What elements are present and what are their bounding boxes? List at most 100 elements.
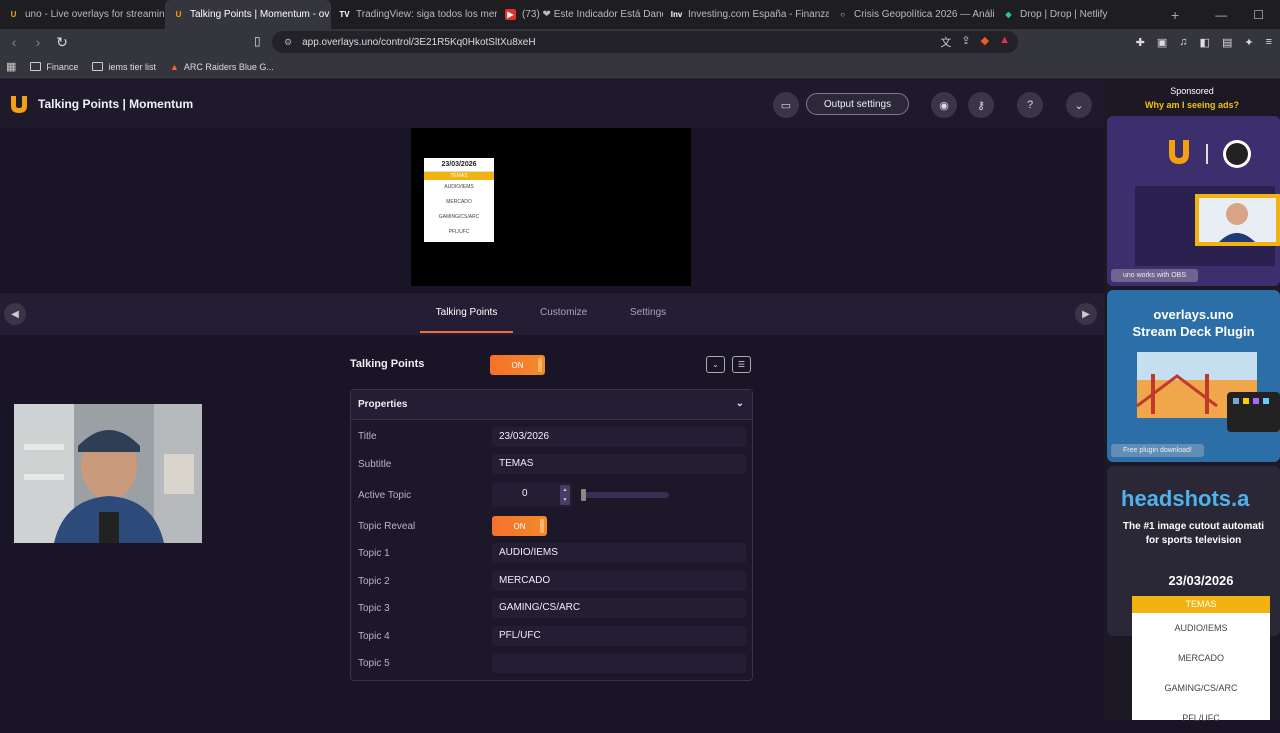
browser-tab-active[interactable]: U Talking Points | Momentum - ov ✕ — [165, 0, 331, 29]
preview-topic: PFL/UFC — [448, 229, 470, 235]
preview-subtitle: TEMAS — [424, 172, 494, 180]
spin-arrows-icon[interactable]: ▲ ▼ — [560, 485, 570, 505]
menu-icon[interactable]: ≡ — [1266, 36, 1272, 48]
brave-rewards-icon[interactable]: ▲ — [999, 34, 1010, 50]
ad-stream-deck-pill: Free plugin download! — [1111, 444, 1204, 457]
overlay-card-subtitle: TEMAS — [1132, 596, 1270, 613]
tab-talking-points[interactable]: Talking Points — [420, 293, 513, 333]
ad-stream-deck[interactable]: overlays.uno Stream Deck Plugin Free plug… — [1107, 290, 1280, 462]
collapse-icon[interactable]: ⌄ — [706, 356, 725, 373]
key-icon[interactable]: ⚷ — [968, 92, 994, 118]
preview-topic: GAMING/CS/ARC — [438, 214, 480, 220]
ad-obs-pill: uno works with OBS — [1111, 269, 1199, 282]
why-ads-link[interactable]: Why am I seeing ads? — [1104, 100, 1280, 110]
reload-icon[interactable]: ↻ — [52, 34, 72, 51]
field-label: Topic 4 — [358, 631, 390, 642]
topic-reveal-toggle[interactable]: ON — [492, 516, 547, 536]
webcam-image — [14, 404, 202, 543]
field-label: Topic 3 — [358, 603, 390, 614]
chevron-down-icon[interactable]: ⌄ — [736, 398, 744, 409]
ad-headshots-brand: headshots.a — [1121, 486, 1250, 511]
window-controls: — ☐ — [1215, 0, 1280, 29]
translate-icon[interactable]: 文 — [940, 34, 951, 50]
music-icon[interactable]: ♫ — [1179, 36, 1187, 48]
preview-date: 23/03/2026 — [424, 158, 494, 172]
tab-title: Talking Points | Momentum - ov — [190, 9, 330, 20]
app-tab-row: ◀ Talking Points Customize Settings ▶ — [0, 293, 1104, 335]
ad-stream-deck-image — [1136, 352, 1280, 432]
back-icon[interactable]: ‹ — [4, 34, 24, 50]
youtube-favicon-icon: ▶ — [505, 9, 516, 20]
preview-topic: AUDIO/IEMS — [444, 184, 474, 190]
new-tab-icon[interactable]: + — [1171, 7, 1179, 23]
field-label: Topic 2 — [358, 576, 390, 587]
overlay-card-topic: PFL/UFC — [1182, 713, 1220, 723]
apps-grid-icon[interactable]: ▦ — [6, 60, 16, 73]
tab-settings[interactable]: Settings — [630, 293, 666, 333]
overlay-preview: 23/03/2026 TEMAS AUDIO/IEMS MERCADO GAMI… — [411, 128, 691, 286]
overlay-card-topic: AUDIO/IEMS — [1174, 623, 1228, 633]
browser-tab[interactable]: ○ Crisis Geopolítica 2026 — Análisis d — [829, 0, 995, 29]
bookmark-finance[interactable]: Finance — [30, 62, 78, 72]
topic-2-field[interactable]: MERCADO — [492, 571, 746, 591]
title-field[interactable]: 23/03/2026 — [492, 427, 746, 447]
talking-points-toggle[interactable]: ON — [490, 355, 545, 375]
minimize-icon[interactable]: — — [1215, 8, 1227, 22]
ad-stream-deck-title: overlays.uno Stream Deck Plugin — [1107, 306, 1280, 340]
slider-thumb[interactable] — [581, 489, 586, 501]
site-info-icon[interactable]: ⚙ — [284, 37, 292, 48]
brave-shield-icon[interactable]: ◆ — [981, 34, 989, 50]
preview-card: 23/03/2026 TEMAS AUDIO/IEMS MERCADO GAMI… — [424, 158, 494, 242]
topic-5-field[interactable] — [492, 653, 746, 673]
bookmark-iems[interactable]: iems tier list — [92, 62, 156, 72]
chevron-down-icon[interactable]: ⌄ — [1066, 92, 1092, 118]
browser-tab[interactable]: U uno - Live overlays for streaming — [0, 0, 165, 29]
active-topic-value: 0 — [522, 488, 528, 499]
bookmark-icon[interactable]: ▯ — [254, 34, 261, 48]
browser-tab[interactable]: TV TradingView: siga todos los mercad — [331, 0, 497, 29]
properties-label: Properties — [358, 399, 408, 410]
properties-header[interactable]: Properties ⌄ — [351, 390, 752, 420]
folder-icon — [30, 62, 42, 71]
extensions-icon[interactable]: ✚ — [1136, 36, 1145, 49]
active-topic-slider[interactable] — [581, 489, 669, 501]
browser-tab[interactable]: ◆ Drop | Drop | Netlify — [995, 0, 1161, 29]
gamepad-icon[interactable]: ◉ — [931, 92, 957, 118]
tab-title: Investing.com España - Finanzas, No — [688, 9, 829, 20]
app-title: Talking Points | Momentum — [38, 97, 194, 111]
help-icon[interactable]: ? — [1017, 92, 1043, 118]
sidebar-icon[interactable]: ◧ — [1200, 36, 1210, 49]
tab-customize[interactable]: Customize — [540, 293, 587, 333]
browser-tab[interactable]: ▶ (73) ❤ Este Indicador Está Dando u — [497, 0, 663, 29]
arc-raiders-icon: ▲ — [169, 61, 179, 72]
topic-3-field[interactable]: GAMING/CS/ARC — [492, 598, 746, 618]
field-label: Active Topic — [358, 490, 412, 501]
ad-obs-image — [1107, 116, 1280, 286]
output-settings-button[interactable]: Output settings — [806, 93, 909, 115]
ad-title-line: Stream Deck Plugin — [1132, 324, 1255, 339]
share-icon[interactable]: ⇪ — [961, 34, 970, 50]
prev-arrow-icon[interactable]: ◀ — [4, 303, 26, 325]
next-arrow-icon[interactable]: ▶ — [1075, 303, 1097, 325]
bookmark-arc-raiders[interactable]: ▲ ARC Raiders Blue G... — [170, 62, 274, 72]
subtitle-field[interactable]: TEMAS — [492, 454, 746, 474]
topic-4-field[interactable]: PFL/UFC — [492, 626, 746, 646]
properties-panel: Properties ⌄ Title 23/03/2026 Subtitle T… — [350, 389, 753, 681]
browser-tab-bar: U uno - Live overlays for streaming U Ta… — [0, 0, 1280, 29]
wallet2-icon[interactable]: ▤ — [1222, 36, 1232, 49]
list-icon[interactable]: ☰ — [732, 356, 751, 373]
uno-favicon-icon: U — [175, 10, 182, 19]
bookmark-label: iems tier list — [108, 61, 156, 72]
active-topic-stepper[interactable]: 0 ▲ ▼ — [492, 483, 572, 507]
overlay-card-date: 23/03/2026 — [1132, 566, 1270, 596]
ad-obs[interactable]: uno works with OBS — [1107, 116, 1280, 286]
maximize-icon[interactable]: ☐ — [1253, 8, 1264, 22]
browser-tab[interactable]: Inv Investing.com España - Finanzas, No — [663, 0, 829, 29]
leo-ai-icon[interactable]: ✦ — [1244, 36, 1253, 49]
forward-icon[interactable]: › — [28, 34, 48, 50]
topic-1-field[interactable]: AUDIO/IEMS — [492, 543, 746, 563]
address-bar[interactable]: ⚙ app.overlays.uno/control/3E21R5Kq0Hkot… — [272, 31, 1018, 53]
monitor-icon[interactable]: ▭ — [773, 92, 799, 118]
field-label: Topic 1 — [358, 548, 390, 559]
wallet-icon[interactable]: ▣ — [1157, 36, 1167, 49]
